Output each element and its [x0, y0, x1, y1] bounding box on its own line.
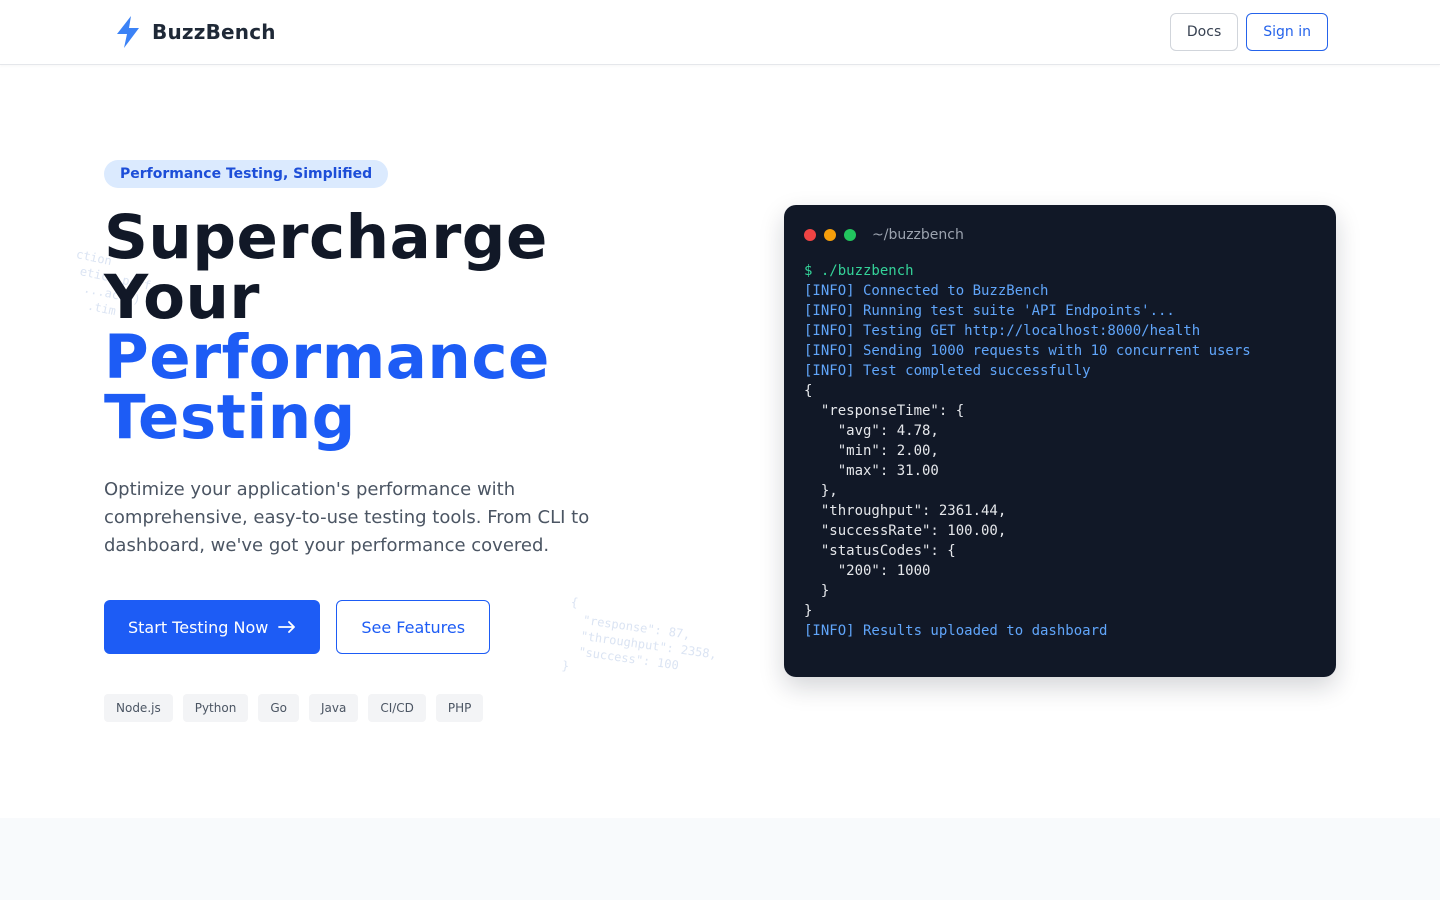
terminal-title: ~/buzzbench — [872, 227, 964, 243]
terminal-line: "min": 2.00, — [804, 443, 939, 459]
minimize-dot-icon — [824, 229, 836, 241]
lightning-bolt-icon — [117, 16, 139, 48]
terminal-line: "statusCodes": { — [804, 543, 956, 559]
tech-tag: Python — [182, 694, 249, 722]
headline-line-accent: Testing — [104, 382, 356, 453]
tech-tag: CI/CD — [368, 694, 426, 722]
tech-tag: PHP — [435, 694, 484, 722]
terminal-line: "max": 31.00 — [804, 463, 939, 479]
header-nav: Docs Sign in — [1169, 13, 1328, 51]
brand-name: BuzzBench — [152, 20, 276, 44]
terminal-line: "avg": 4.78, — [804, 423, 939, 439]
cta-row: Start Testing Now See Features — [104, 600, 491, 654]
tech-tag: Go — [258, 694, 299, 722]
decorative-code-right: { "response": 87, "throughput": 2358, "s… — [561, 594, 718, 674]
terminal-line: "successRate": 100.00, — [804, 523, 1007, 539]
sign-in-button[interactable]: Sign in — [1246, 13, 1328, 51]
tech-tags: Node.js Python Go Java CI/CD PHP — [104, 694, 484, 722]
start-testing-button[interactable]: Start Testing Now — [104, 600, 321, 654]
terminal-line: [INFO] Connected to BuzzBench — [804, 283, 1049, 299]
terminal-line: [INFO] Sending 1000 requests with 10 con… — [804, 343, 1251, 359]
headline-line: Supercharge — [104, 202, 548, 273]
terminal-line: $ ./buzzbench — [804, 263, 914, 279]
maximize-dot-icon — [844, 229, 856, 241]
terminal-line: } — [804, 603, 813, 619]
terminal-window: ~/buzzbench $ ./buzzbench [INFO] Connecte… — [784, 205, 1336, 677]
terminal-line: [INFO] Test completed successfully — [804, 363, 1091, 379]
headline-line-accent: Performance — [104, 322, 550, 393]
hero-subtext: Optimize your application's performance … — [104, 479, 590, 556]
headline-line: Your — [104, 262, 260, 333]
tech-tag: Java — [308, 694, 359, 722]
brand-logo-link[interactable]: BuzzBench — [115, 16, 276, 48]
docs-button[interactable]: Docs — [1169, 13, 1239, 51]
terminal-line: "throughput": 2361.44, — [804, 503, 1007, 519]
next-section — [0, 818, 1440, 900]
terminal-line: } — [804, 583, 830, 599]
start-testing-label: Start Testing Now — [128, 617, 269, 637]
terminal-line: }, — [804, 483, 838, 499]
close-dot-icon — [804, 229, 816, 241]
terminal-titlebar: ~/buzzbench — [804, 227, 964, 243]
terminal-output: $ ./buzzbench [INFO] Connected to BuzzBen… — [804, 261, 1251, 641]
terminal-line: [INFO] Running test suite 'API Endpoints… — [804, 303, 1175, 319]
site-header: BuzzBench Docs Sign in — [0, 0, 1440, 65]
tech-tag: Node.js — [104, 694, 173, 722]
terminal-line: { — [804, 383, 813, 399]
terminal-line: [INFO] Testing GET http://localhost:8000… — [804, 323, 1201, 339]
hero-headline: Supercharge Your Performance Testing — [104, 202, 724, 453]
arrow-right-icon — [278, 621, 296, 633]
terminal-line: "200": 1000 — [804, 563, 931, 579]
terminal-line: "responseTime": { — [804, 403, 965, 419]
see-features-button[interactable]: See Features — [336, 600, 491, 654]
hero-badge: Performance Testing, Simplified — [104, 160, 389, 188]
terminal-line: [INFO] Results uploaded to dashboard — [804, 623, 1108, 639]
